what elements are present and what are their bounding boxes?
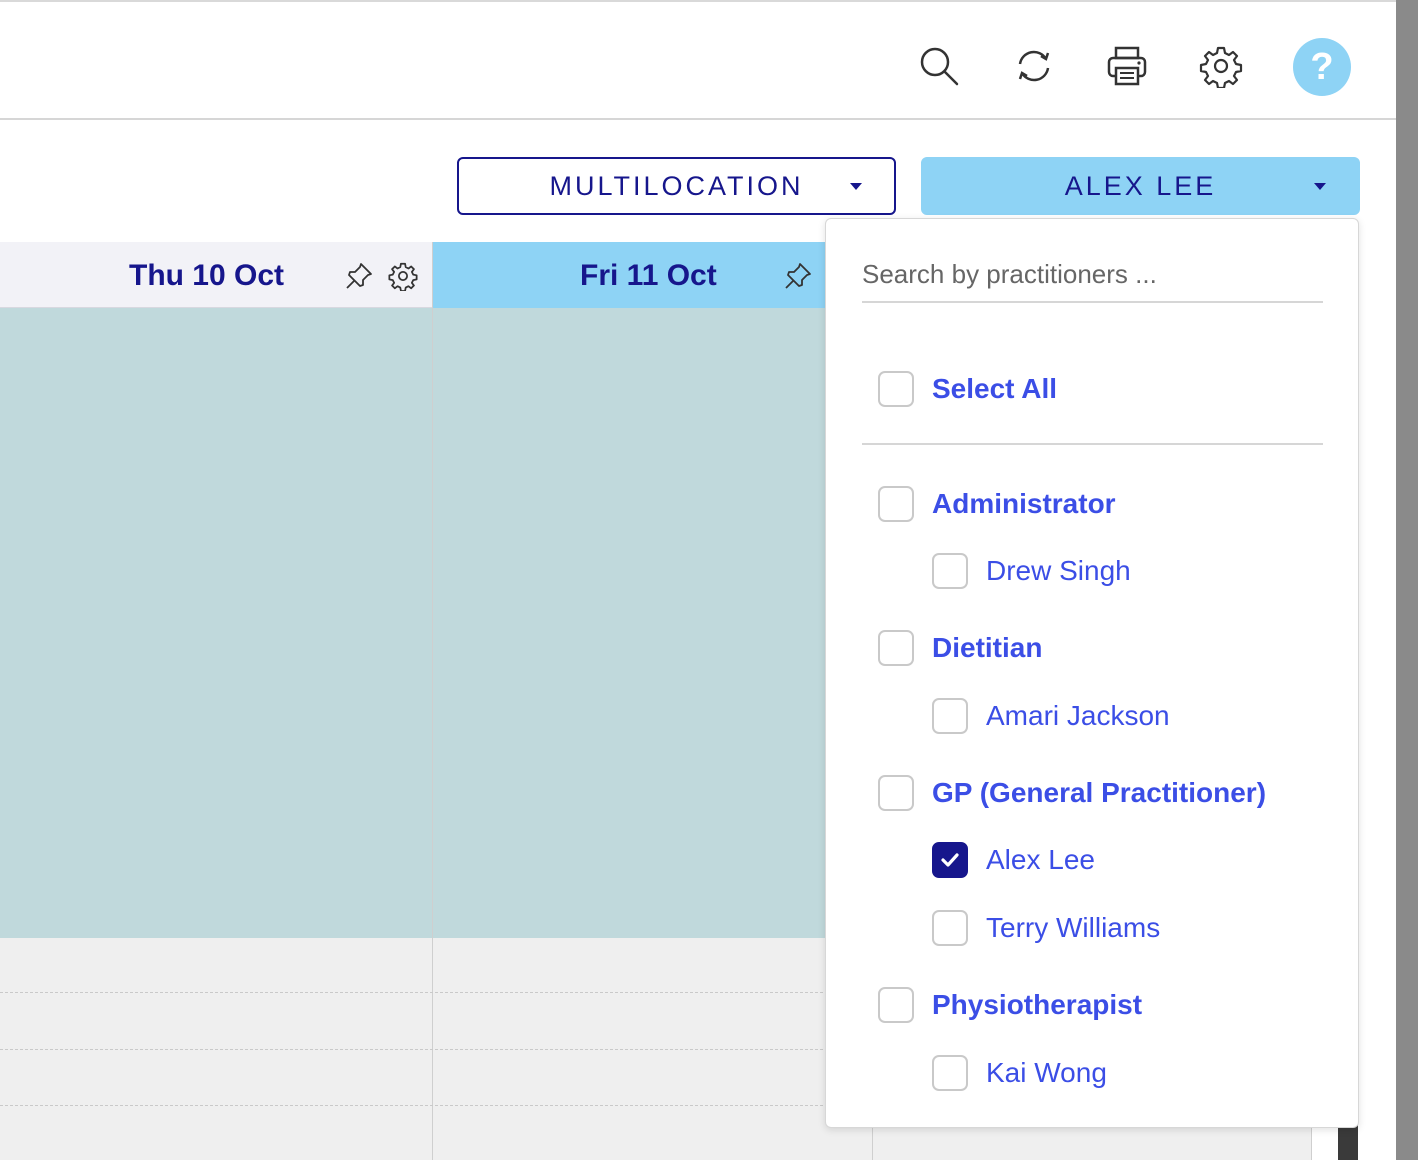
practitioner-option-kai-wong[interactable]: Kai Wong xyxy=(932,1055,1107,1091)
location-dropdown-label: MULTILOCATION xyxy=(549,170,804,201)
day-header-label: Thu 10 Oct xyxy=(129,259,285,292)
group-checkbox[interactable] xyxy=(878,630,914,666)
practitioner-checkbox[interactable] xyxy=(932,910,968,946)
page-scrollbar[interactable] xyxy=(1396,0,1418,1160)
time-slot-line xyxy=(0,992,873,993)
group-option-physiotherapist[interactable]: Physiotherapist xyxy=(878,987,1142,1023)
select-all-option[interactable]: Select All xyxy=(878,371,1057,407)
practitioner-option-terry-williams[interactable]: Terry Williams xyxy=(932,910,1160,946)
column-divider xyxy=(432,242,433,1160)
time-slot-line xyxy=(0,1049,873,1050)
practitioner-search-input[interactable] xyxy=(862,247,1323,303)
practitioner-option-alex-lee[interactable]: Alex Lee xyxy=(932,842,1095,878)
practitioner-label: Kai Wong xyxy=(986,1057,1107,1088)
practitioner-checkbox[interactable] xyxy=(932,698,968,734)
practitioner-checkbox[interactable] xyxy=(932,553,968,589)
practitioner-label: Drew Singh xyxy=(986,555,1131,586)
chevron-down-icon xyxy=(1314,183,1326,190)
app-root: ? MULTILOCATION ALEX LEE Thu 10 Oct Fri … xyxy=(0,0,1418,1160)
group-option-administrator[interactable]: Administrator xyxy=(878,486,1116,522)
group-label: Dietitian xyxy=(932,632,1043,663)
practitioner-label: Terry Williams xyxy=(986,912,1161,943)
practitioner-label: Alex Lee xyxy=(986,844,1095,875)
refresh-icon[interactable] xyxy=(1010,42,1058,90)
search-icon[interactable] xyxy=(915,42,963,90)
practitioner-checkbox[interactable] xyxy=(932,1055,968,1091)
gear-icon[interactable] xyxy=(388,261,418,292)
chevron-down-icon xyxy=(850,183,862,190)
top-toolbar: ? xyxy=(0,0,1396,120)
practitioner-option-amari-jackson[interactable]: Amari Jackson xyxy=(932,698,1170,734)
group-label: GP (General Practitioner) xyxy=(932,777,1267,808)
day-header-thu[interactable]: Thu 10 Oct xyxy=(0,242,432,308)
group-option-dietitian[interactable]: Dietitian xyxy=(878,630,1042,666)
select-all-label: Select All xyxy=(932,373,1058,404)
group-label: Administrator xyxy=(932,488,1116,519)
practitioner-option-drew-singh[interactable]: Drew Singh xyxy=(932,553,1131,589)
group-option-gp[interactable]: GP (General Practitioner) xyxy=(878,775,1266,811)
practitioner-dropdown-panel: Select All Administrator Drew Singh Diet… xyxy=(825,218,1359,1128)
group-label: Physiotherapist xyxy=(932,989,1143,1020)
practitioner-checkbox-checked[interactable] xyxy=(932,842,968,878)
group-checkbox[interactable] xyxy=(878,486,914,522)
practitioner-dropdown-button[interactable]: ALEX LEE xyxy=(921,157,1360,215)
select-all-checkbox[interactable] xyxy=(878,371,914,407)
pin-icon[interactable] xyxy=(783,261,813,291)
day-header-label: Fri 11 Oct xyxy=(580,259,717,292)
checkmark-icon xyxy=(941,853,959,867)
practitioner-dropdown-label: ALEX LEE xyxy=(1064,170,1217,201)
time-slot-line xyxy=(0,1105,873,1106)
group-checkbox[interactable] xyxy=(878,775,914,811)
group-checkbox[interactable] xyxy=(878,987,914,1023)
pin-icon[interactable] xyxy=(344,261,374,291)
divider xyxy=(862,443,1323,445)
help-button[interactable]: ? xyxy=(1293,38,1351,96)
practitioner-label: Amari Jackson xyxy=(986,700,1170,731)
gear-icon[interactable] xyxy=(1197,42,1245,90)
calendar-unavailable-block[interactable] xyxy=(0,308,873,938)
print-icon[interactable] xyxy=(1103,42,1151,90)
location-dropdown-button[interactable]: MULTILOCATION xyxy=(457,157,896,215)
day-header-fri[interactable]: Fri 11 Oct xyxy=(433,242,873,308)
